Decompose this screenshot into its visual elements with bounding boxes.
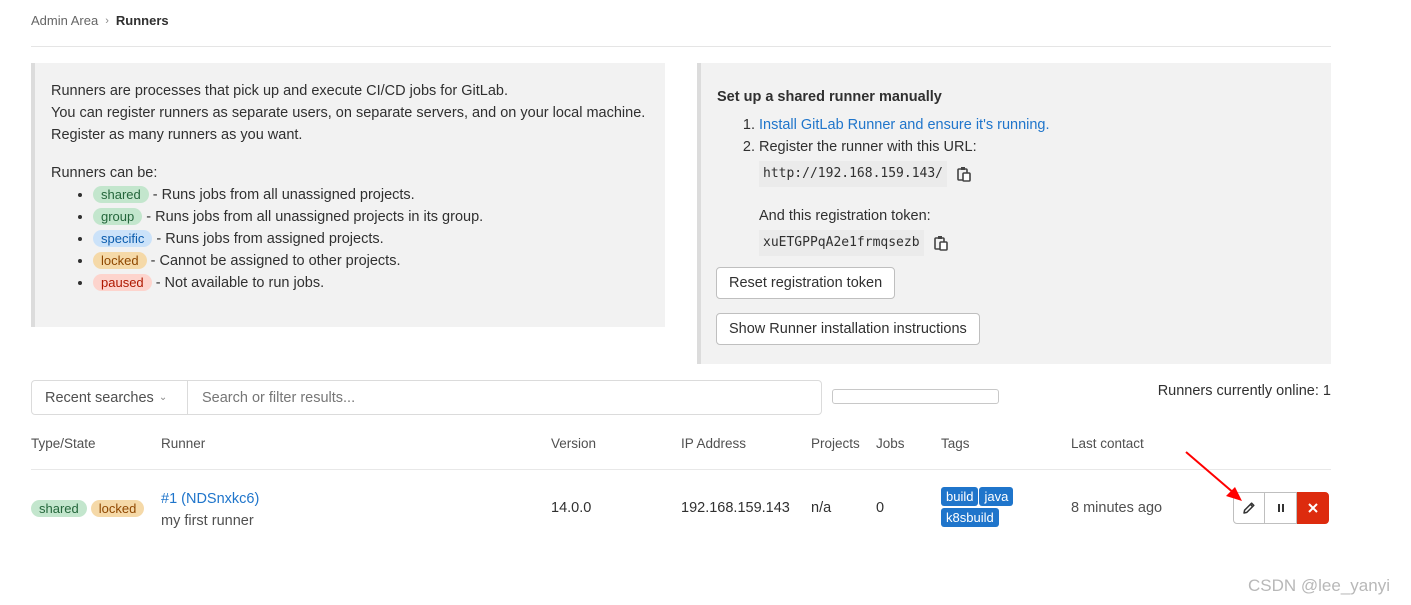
table-divider	[31, 469, 1331, 470]
runner-type-item: locked - Cannot be assigned to other pro…	[93, 250, 649, 272]
tag-badge: java	[979, 487, 1014, 506]
recent-searches-label: Recent searches	[45, 389, 154, 406]
recent-searches-dropdown[interactable]: Recent searches ⌄	[32, 381, 188, 414]
group-badge: group	[93, 208, 143, 225]
tag-badge: build	[941, 487, 979, 506]
header-runner: Runner	[161, 436, 206, 451]
pause-icon	[1277, 504, 1284, 512]
reset-token-button[interactable]: Reset registration token	[716, 267, 896, 299]
tags-cell: build java k8sbuild	[941, 487, 1031, 529]
runners-intro-panel: Runners are processes that pick up and e…	[31, 63, 665, 327]
runner-link[interactable]: #1 (NDSnxkc6)	[161, 488, 259, 510]
shared-badge: shared	[93, 186, 149, 203]
paused-badge: paused	[93, 274, 152, 291]
arrow-annotation-icon	[1185, 451, 1242, 501]
search-input[interactable]: Search or filter results...	[188, 381, 821, 414]
header-version: Version	[551, 436, 597, 451]
filter-bar: Recent searches ⌄ Search or filter resul…	[31, 380, 822, 415]
registration-token: xuETGPPqA2e1frmqsezb	[759, 230, 924, 256]
runner-type-desc: - Runs jobs from all unassigned projects…	[152, 187, 415, 203]
shared-runner-setup-panel: Set up a shared runner manually Install …	[697, 63, 1331, 364]
search-placeholder: Search or filter results...	[202, 389, 356, 406]
setup-steps: Install GitLab Runner and ensure it's ru…	[717, 114, 1315, 256]
runner-type-desc: - Not available to run jobs.	[155, 275, 325, 291]
runner-type-item: specific - Runs jobs from assigned proje…	[93, 228, 649, 250]
runners-online-count: Runners currently online: 1	[1157, 383, 1331, 399]
specific-badge: specific	[93, 230, 153, 247]
header-type-state: Type/State	[31, 436, 96, 451]
runner-type-desc: - Runs jobs from all unassigned projects…	[146, 209, 484, 225]
register-url-label: Register the runner with this URL:	[759, 139, 977, 155]
chevron-down-icon: ⌄	[158, 392, 168, 403]
header-last-contact: Last contact	[1071, 436, 1144, 451]
type-state-cell: shared locked	[31, 500, 145, 517]
last-contact-cell: 8 minutes ago	[1071, 500, 1163, 516]
runner-cell: #1 (NDSnxkc6) my first runner	[161, 488, 259, 532]
copy-icon[interactable]	[933, 235, 948, 251]
show-instructions-button[interactable]: Show Runner installation instructions	[716, 313, 980, 345]
sort-dropdown[interactable]	[832, 389, 999, 404]
locked-badge: locked	[93, 252, 147, 269]
ip-address-cell: 192.168.159.143	[681, 500, 790, 516]
url-row: http://192.168.159.143/	[759, 161, 1315, 187]
intro-line-2: You can register runners as separate use…	[51, 105, 646, 121]
runner-types-list: shared - Runs jobs from all unassigned p…	[51, 184, 649, 294]
runner-type-desc: - Runs jobs from assigned projects.	[156, 231, 384, 247]
runners-can-be-label: Runners can be:	[51, 165, 158, 181]
runner-type-item: paused - Not available to run jobs.	[93, 272, 649, 294]
breadcrumb-parent[interactable]: Admin Area	[31, 13, 98, 28]
version-cell: 14.0.0	[551, 500, 592, 516]
header-tags: Tags	[941, 436, 970, 451]
shared-badge: shared	[31, 500, 87, 517]
copy-icon[interactable]	[957, 166, 971, 182]
runner-type-item: group - Runs jobs from all unassigned pr…	[93, 206, 649, 228]
header-jobs: Jobs	[876, 436, 905, 451]
close-icon	[1308, 503, 1318, 513]
runner-description: my first runner	[161, 513, 254, 529]
token-row: xuETGPPqA2e1frmqsezb	[759, 230, 1315, 256]
setup-step-2: Register the runner with this URL: http:…	[759, 136, 1315, 256]
install-runner-link[interactable]: Install GitLab Runner and ensure it's ru…	[759, 117, 1050, 133]
chevron-right-icon: ›	[105, 15, 109, 27]
setup-step-1: Install GitLab Runner and ensure it's ru…	[759, 114, 1315, 136]
runner-type-desc: - Cannot be assigned to other projects.	[150, 253, 401, 269]
header-ip-address: IP Address	[681, 436, 747, 451]
intro-line-3: Register as many runners as you want.	[51, 127, 303, 143]
delete-runner-button[interactable]	[1297, 492, 1329, 524]
runner-type-item: shared - Runs jobs from all unassigned p…	[93, 184, 649, 206]
projects-cell: n/a	[811, 500, 832, 516]
tag-badge: k8sbuild	[941, 508, 999, 527]
intro-line-1: Runners are processes that pick up and e…	[51, 83, 508, 99]
breadcrumb: Admin Area › Runners	[31, 13, 1331, 47]
token-label: And this registration token:	[759, 208, 931, 224]
locked-badge: locked	[90, 500, 145, 517]
setup-title: Set up a shared runner manually	[717, 89, 942, 105]
header-projects: Projects	[811, 436, 860, 451]
jobs-cell: 0	[876, 500, 885, 516]
watermark: CSDN @lee_yanyi	[1248, 576, 1390, 595]
breadcrumb-current: Runners	[115, 13, 169, 28]
pause-runner-button[interactable]	[1265, 492, 1297, 524]
registration-url: http://192.168.159.143/	[759, 161, 948, 187]
